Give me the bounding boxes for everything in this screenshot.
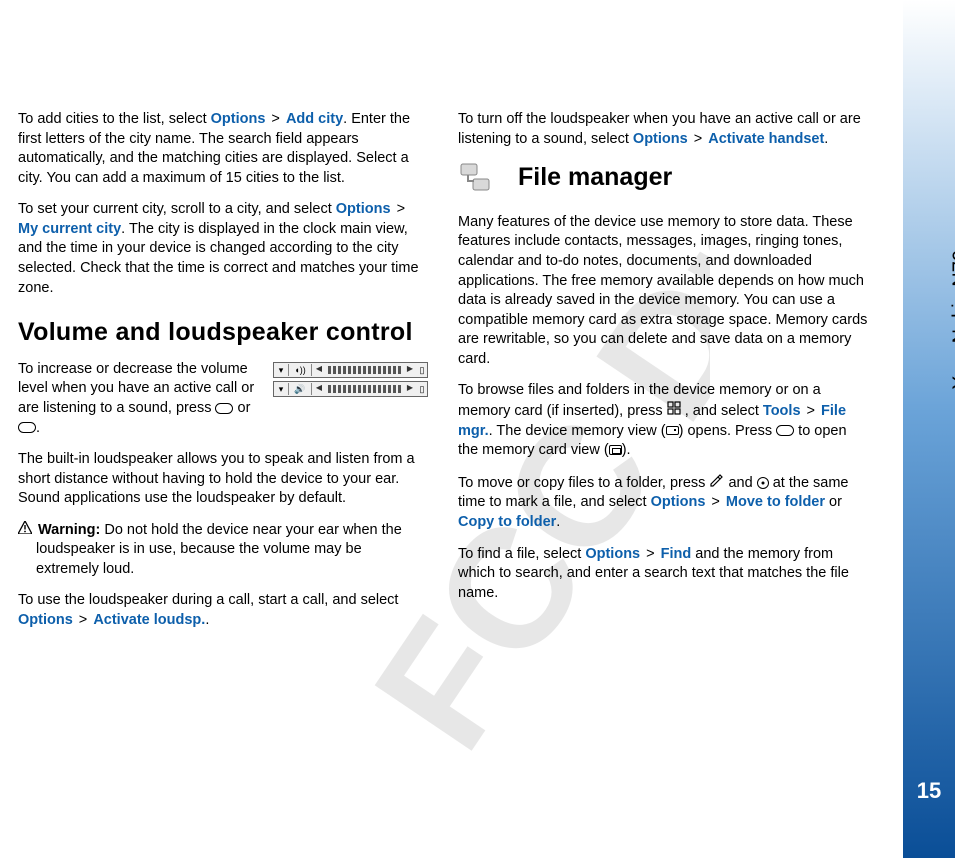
signal-icon: ▾ [274, 383, 288, 395]
link-activate-handset: Activate handset [708, 131, 824, 147]
arrow-right-icon: ▶ [403, 383, 417, 394]
separator: > [75, 612, 92, 628]
loudspeaker-icon: 🔊 [288, 383, 312, 395]
paragraph-move-copy: To move or copy files to a folder, press… [458, 473, 868, 533]
text: . [556, 514, 560, 530]
paragraph-add-city: To add cities to the list, select Option… [18, 110, 428, 188]
text: . [205, 612, 209, 628]
volume-indicator-graphic: ▾ ◖)) ◀ ▶ ▯ ▾ 🔊 ◀ ▶ ▯ [273, 362, 428, 400]
separator: > [803, 403, 820, 419]
text: . The device memory view ( [489, 423, 666, 439]
text: and [724, 475, 756, 491]
link-options: Options [211, 111, 266, 127]
text: To add cities to the list, select [18, 111, 211, 127]
warning-label: Warning: [38, 522, 100, 538]
memory-card-icon [609, 445, 622, 455]
volume-level-bar [328, 366, 401, 374]
link-options: Options [651, 494, 706, 510]
text: To set your current city, scroll to a ci… [18, 201, 336, 217]
file-manager-icon [458, 161, 494, 204]
sidebar: Your Nokia N70 15 [903, 0, 955, 858]
arrow-right-icon: ▶ [403, 364, 417, 375]
link-options: Options [336, 201, 391, 217]
volume-bar-loudspeaker: ▾ 🔊 ◀ ▶ ▯ [273, 381, 428, 397]
earpiece-icon: ◖)) [288, 364, 312, 376]
content-columns: To add cities to the list, select Option… [18, 110, 868, 643]
text: or [825, 494, 842, 510]
text: , and select [681, 403, 763, 419]
separator: > [707, 494, 724, 510]
selection-key-icon [757, 477, 769, 489]
paragraph-memory-info: Many features of the device use memory t… [458, 213, 868, 370]
link-my-current-city: My current city [18, 221, 121, 237]
link-tools: Tools [763, 403, 801, 419]
paragraph-find-file: To find a file, select Options > Find an… [458, 545, 868, 604]
paragraph-activate-handset: To turn off the loudspeaker when you hav… [458, 110, 868, 149]
battery-icon: ▯ [417, 364, 427, 376]
signal-icon: ▾ [274, 364, 288, 376]
sidebar-title: Your Nokia N70 [949, 250, 955, 389]
text: or [233, 400, 250, 416]
page-number: 15 [903, 778, 955, 804]
text: To use the loudspeaker during a call, st… [18, 592, 398, 608]
text: To move or copy files to a folder, press [458, 475, 709, 491]
separator: > [690, 131, 707, 147]
separator: > [393, 201, 406, 217]
scroll-left-key-icon [215, 403, 233, 414]
device-memory-icon [666, 426, 679, 435]
heading-file-manager: File manager [518, 161, 868, 195]
paragraph-volume: To increase or decrease the volume level… [18, 360, 263, 438]
separator: > [642, 546, 659, 562]
text: . [824, 131, 828, 147]
scroll-right-key-icon [776, 425, 794, 436]
warning-icon [18, 521, 32, 541]
menu-key-icon [667, 401, 681, 422]
link-activate-loudsp: Activate loudsp. [93, 612, 205, 628]
volume-section: To increase or decrease the volume level… [18, 360, 428, 450]
scroll-right-key-icon [18, 422, 36, 433]
battery-icon: ▯ [417, 383, 427, 395]
paragraph-loudspeaker-info: The built-in loudspeaker allows you to s… [18, 450, 428, 509]
text: ). [622, 442, 631, 458]
heading-volume-loudspeaker: Volume and loudspeaker control [18, 316, 428, 350]
text: ) opens. Press [679, 423, 777, 439]
volume-level-bar [328, 385, 401, 393]
arrow-left-icon: ◀ [312, 383, 326, 394]
link-find: Find [661, 546, 692, 562]
separator: > [267, 111, 284, 127]
right-column: To turn off the loudspeaker when you hav… [458, 110, 868, 643]
link-copy-to-folder: Copy to folder [458, 514, 556, 530]
left-column: To add cities to the list, select Option… [18, 110, 428, 643]
link-add-city: Add city [286, 111, 343, 127]
paragraph-activate-loudsp: To use the loudspeaker during a call, st… [18, 591, 428, 630]
paragraph-current-city: To set your current city, scroll to a ci… [18, 200, 428, 298]
edit-key-icon [709, 473, 724, 494]
volume-bar-earpiece: ▾ ◖)) ◀ ▶ ▯ [273, 362, 428, 378]
text: . [36, 420, 40, 436]
file-manager-heading-block: File manager [458, 161, 868, 195]
link-move-to-folder: Move to folder [726, 494, 825, 510]
text: To find a file, select [458, 546, 585, 562]
link-options: Options [18, 612, 73, 628]
link-options: Options [585, 546, 640, 562]
paragraph-browse-files: To browse files and folders in the devic… [458, 381, 868, 460]
manual-page: FCC Draft To add cities to the list, sel… [0, 0, 955, 858]
arrow-left-icon: ◀ [312, 364, 326, 375]
link-options: Options [633, 131, 688, 147]
warning-block: Warning: Do not hold the device near you… [18, 521, 428, 580]
